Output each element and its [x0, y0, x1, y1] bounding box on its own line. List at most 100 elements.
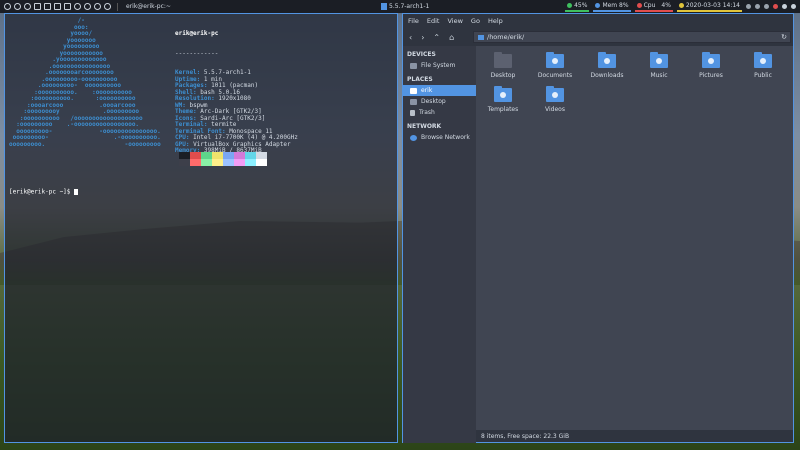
sidebar-item-label: Desktop: [421, 98, 446, 105]
cpu-widget[interactable]: Cpu 4%: [634, 1, 673, 12]
calendar-icon: [678, 3, 684, 8]
downloads-folder-icon: [598, 52, 616, 68]
cpu-value: 4%: [661, 2, 671, 9]
folder-item[interactable]: Pictures: [686, 52, 736, 79]
globe-icon[interactable]: [74, 3, 81, 10]
clock-widget[interactable]: 2020-03-03 14:14: [676, 1, 742, 12]
arch-menu-icon[interactable]: [4, 3, 11, 10]
folder-item[interactable]: Documents: [530, 52, 580, 79]
menu-go[interactable]: Go: [471, 17, 480, 25]
menu-view[interactable]: View: [447, 17, 462, 25]
folder-icon: [410, 98, 417, 105]
telegram-icon[interactable]: [84, 3, 91, 10]
cpu-label: Cpu: [643, 2, 656, 9]
tray-icon-1[interactable]: [746, 4, 751, 9]
text-cursor: [74, 189, 79, 195]
folder-label: Videos: [545, 106, 565, 113]
menu-edit[interactable]: Edit: [427, 17, 440, 25]
home-icon[interactable]: ⌂: [449, 33, 454, 42]
paw-icon[interactable]: [104, 3, 111, 10]
color-swatch: [234, 159, 245, 166]
active-window-title[interactable]: erik@erik-pc:~: [126, 3, 171, 10]
folder-emblem-icon: [552, 58, 558, 64]
pen-icon[interactable]: [24, 3, 31, 10]
color-swatch: [179, 152, 190, 159]
folder-icon[interactable]: [64, 3, 71, 10]
neofetch-info: erik@erik-pc ------------ Kernel: 5.5.7-…: [175, 18, 298, 168]
network-tray-icon[interactable]: [782, 4, 787, 9]
memory-value: Mem 8%: [602, 2, 629, 9]
videos-folder-icon: [546, 86, 564, 102]
settings-icon[interactable]: [94, 3, 101, 10]
folder-item[interactable]: Desktop: [478, 52, 528, 79]
folder-emblem-icon: [760, 58, 766, 64]
status-text: 8 items, Free space: 22.3 GiB: [481, 432, 570, 440]
folder-emblem-icon: [500, 92, 506, 98]
tray-icon-3[interactable]: [764, 4, 769, 9]
folder-label: Music: [650, 72, 668, 79]
desktop-folder-icon: [494, 52, 512, 68]
path-text[interactable]: /home/erik/: [487, 33, 524, 41]
color-swatch: [256, 159, 267, 166]
sidebar-item-label: Browse Network: [421, 134, 470, 141]
memory-widget[interactable]: Mem 8%: [593, 1, 631, 12]
sidebar-item-browse-network[interactable]: Browse Network: [403, 132, 476, 143]
sidebar-item-trash[interactable]: Trash: [403, 107, 476, 118]
folder-item[interactable]: Downloads: [582, 52, 632, 79]
shell-prompt[interactable]: [erik@erik-pc ~]$: [9, 188, 79, 196]
folder-icon: [478, 34, 484, 40]
record-icon[interactable]: [773, 4, 778, 9]
color-swatch: [190, 159, 201, 166]
camera-icon[interactable]: [54, 3, 61, 10]
top-panel: erik@erik-pc:~ 5.5.7-arch1-1 45% Mem 8% …: [0, 0, 800, 13]
color-palette: [179, 152, 267, 166]
folder-item[interactable]: Music: [634, 52, 684, 79]
terminal-window[interactable]: /- ooo: yoooo/ yooooooo yooooooooo yoooo…: [4, 13, 398, 443]
cpu-icon: [636, 3, 642, 8]
public-folder-icon: [754, 52, 772, 68]
forward-arrow-icon[interactable]: ›: [421, 33, 424, 42]
folder-item[interactable]: Public: [738, 52, 788, 79]
color-swatch: [190, 152, 201, 159]
folder-item[interactable]: Templates: [478, 86, 528, 113]
menu-help[interactable]: Help: [488, 17, 503, 25]
image-icon[interactable]: [44, 3, 51, 10]
color-swatch: [245, 152, 256, 159]
user-host: erik@erik-pc: [175, 30, 219, 37]
menu-file[interactable]: File: [408, 17, 419, 25]
color-swatch: [201, 152, 212, 159]
sidebar-item-label: erik: [421, 87, 433, 94]
file-manager-window[interactable]: File Edit View Go Help ‹ › ⌃ ⌂ /home/erik/ ↻…: [402, 13, 794, 443]
workspace-indicator[interactable]: 5.5.7-arch1-1: [381, 0, 429, 13]
folder-label: Pictures: [699, 72, 723, 79]
folder-label: Templates: [487, 106, 519, 113]
color-swatch: [223, 152, 234, 159]
clock-value: 2020-03-03 14:14: [685, 2, 740, 9]
sidebar-item-home[interactable]: erik: [403, 85, 476, 96]
memory-icon: [595, 3, 601, 8]
folder-label: Desktop: [490, 72, 516, 79]
folder-emblem-icon: [708, 58, 714, 64]
menu-bar: File Edit View Go Help: [403, 14, 793, 28]
up-arrow-icon[interactable]: ⌃: [433, 33, 440, 42]
sidebar: DEVICES File System PLACES erik Desktop …: [403, 46, 476, 443]
sidebar-item-file-system[interactable]: File System: [403, 60, 476, 71]
folder-item[interactable]: Videos: [530, 86, 580, 113]
terminal-icon[interactable]: [34, 3, 41, 10]
launcher-group: erik@erik-pc:~: [0, 2, 171, 11]
info-value: 1920x1080: [214, 95, 251, 102]
back-arrow-icon[interactable]: ‹: [409, 33, 412, 42]
location-bar[interactable]: /home/erik/ ↻: [473, 31, 791, 43]
file-view[interactable]: Desktop Documents Downloads Music Pictures Pu…: [476, 46, 793, 431]
tray-icon-2[interactable]: [755, 4, 760, 9]
browser-icon[interactable]: [14, 3, 21, 10]
sidebar-item-label: Trash: [419, 109, 435, 116]
reload-icon[interactable]: ↻: [781, 33, 787, 41]
divider: [117, 2, 118, 11]
battery-widget[interactable]: 45%: [565, 1, 590, 12]
power-icon[interactable]: [791, 4, 796, 9]
folder-emblem-icon: [604, 58, 610, 64]
prompt-text: [erik@erik-pc ~]$: [9, 188, 75, 196]
sidebar-item-desktop[interactable]: Desktop: [403, 96, 476, 107]
color-swatch: [179, 159, 190, 166]
